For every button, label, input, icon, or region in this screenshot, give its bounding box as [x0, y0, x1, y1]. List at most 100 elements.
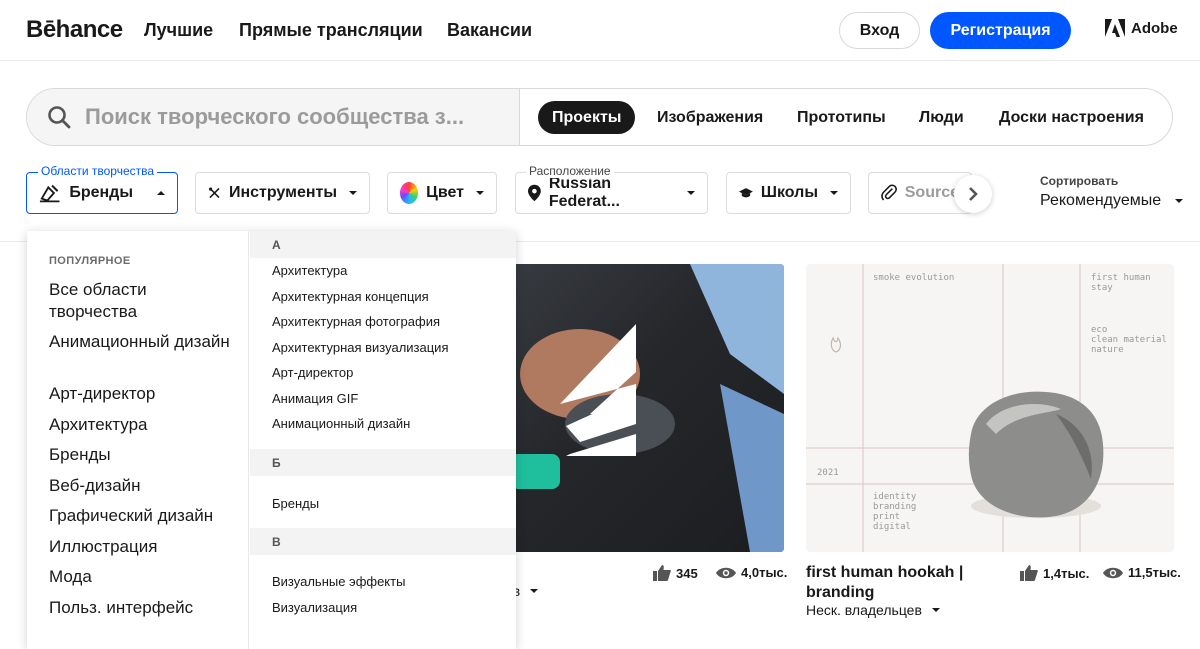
project-owner[interactable]: Неск. владельцев [806, 602, 940, 618]
tab-prototypes[interactable]: Прототипы [783, 101, 900, 134]
likes-value: 345 [676, 565, 698, 581]
search-bar: Поиск творческого сообщества з... Проект… [26, 88, 1173, 146]
field-option[interactable]: Архитектурная концепция [272, 289, 429, 304]
sort-dropdown[interactable]: Рекомендуемые [1040, 192, 1184, 210]
adobe-link[interactable]: Adobe [1105, 19, 1178, 37]
field-option[interactable]: Архитектура [49, 414, 239, 436]
likes-value: 1,4тыс. [1043, 565, 1090, 581]
tools-filter[interactable]: Инструменты [195, 172, 370, 214]
owner-name: Неск. владельцев [806, 602, 922, 618]
tab-people[interactable]: Люди [905, 101, 978, 134]
color-wheel-icon [400, 182, 419, 204]
chevron-down-icon [931, 608, 940, 612]
section-header-a: А [250, 231, 516, 258]
likes-count: 1,4тыс. [1020, 565, 1089, 581]
artwork-text-group: identity branding print digital [873, 492, 916, 532]
views-value: 11,5тыс. [1128, 565, 1181, 580]
field-option[interactable]: Бренды [49, 444, 239, 466]
hand-pen-icon [39, 184, 60, 203]
search-input[interactable]: Поиск творческого сообщества з... [85, 104, 515, 130]
field-option[interactable]: Арт-директор [49, 383, 239, 405]
chevron-down-icon [1175, 199, 1184, 203]
field-option[interactable]: Бренды [272, 496, 319, 511]
nav-jobs[interactable]: Вакансии [447, 20, 532, 41]
thumbs-up-icon [653, 565, 671, 581]
artwork-text: smoke evolution [873, 273, 955, 283]
field-option[interactable]: Графический дизайн [49, 505, 239, 527]
filters-scroll-right-button[interactable] [954, 175, 992, 213]
adobe-label: Adobe [1131, 19, 1178, 37]
field-option[interactable]: Архитектура [272, 263, 347, 278]
project-title[interactable]: first human hookah | branding [806, 563, 996, 603]
artwork-text: print [873, 512, 901, 522]
artwork-text: identity [873, 492, 917, 502]
chevron-down-icon [830, 191, 838, 195]
field-option[interactable]: Все области творчества [49, 279, 239, 323]
creative-fields-label: Области творчества [38, 164, 158, 178]
nav-best[interactable]: Лучшие [144, 20, 213, 41]
field-option[interactable]: Архитектурная фотография [272, 314, 440, 329]
adobe-icon [1105, 19, 1125, 37]
nav-livestreams[interactable]: Прямые трансляции [239, 20, 423, 41]
thumbs-up-icon [1020, 565, 1038, 581]
artwork-text: 2021 [817, 468, 839, 478]
artwork-text: digital [873, 522, 911, 532]
artwork-text: clean material [1091, 335, 1167, 345]
schools-label: Школы [760, 184, 818, 201]
field-option[interactable]: Анимационный дизайн [272, 416, 410, 431]
chevron-down-icon [349, 191, 357, 195]
chevron-down-icon [476, 191, 484, 195]
eye-icon [1103, 567, 1123, 578]
section-header-v: В [250, 528, 516, 555]
search-field-area[interactable]: Поиск творческого сообщества з... [27, 89, 520, 145]
artwork-text: first human stay [1091, 273, 1151, 293]
project-thumbnail[interactable]: smoke evolution first human stay eco cle… [806, 264, 1174, 552]
field-option[interactable]: Иллюстрация [49, 536, 239, 558]
signup-button[interactable]: Регистрация [930, 12, 1071, 49]
project-thumbnail[interactable] [470, 264, 784, 552]
creative-fields-dropdown: ПОПУЛЯРНОЕ Все области творчества Анимац… [27, 231, 516, 649]
field-option[interactable]: Польз. интерфейс [49, 597, 239, 619]
tab-moodboards[interactable]: Доски настроения [985, 101, 1158, 134]
artwork-text: eco [1091, 325, 1108, 335]
field-option[interactable]: Арт-директор [272, 365, 353, 380]
location-pin-icon [528, 184, 541, 202]
field-option[interactable]: Анимация GIF [272, 391, 358, 406]
likes-count: 345 [653, 565, 698, 581]
field-option[interactable]: Веб-дизайн [49, 475, 239, 497]
sort-label: Сортировать [1040, 174, 1119, 188]
tools-icon [208, 187, 220, 199]
popular-fields-column: ПОПУЛЯРНОЕ Все области творчества Анимац… [27, 231, 249, 649]
project-artwork [806, 264, 1174, 552]
behance-page: Bēhance Лучшие Прямые трансляции Ваканси… [0, 0, 1200, 649]
alphabetical-fields-column: А Архитектура Архитектурная концепция Ар… [250, 231, 516, 649]
artwork-text-group: eco clean material nature [1091, 325, 1167, 355]
location-label: Расположение [526, 164, 614, 178]
caret-up-icon [157, 191, 165, 195]
artwork-text: branding [873, 502, 917, 512]
behance-logo[interactable]: Bēhance [26, 16, 123, 44]
login-button[interactable]: Вход [839, 12, 920, 49]
field-option[interactable]: Мода [49, 566, 239, 588]
sort-value: Рекомендуемые [1040, 192, 1162, 209]
location-filter[interactable]: Russian Federat... [515, 172, 708, 214]
views-count: 4,0тыс. [716, 565, 787, 580]
field-option[interactable]: Визуализация [272, 600, 357, 615]
tab-images[interactable]: Изображения [643, 101, 777, 134]
artwork-text: nature [1091, 345, 1124, 355]
color-filter[interactable]: Цвет [387, 172, 497, 214]
field-option[interactable]: Анимационный дизайн [49, 331, 239, 353]
creative-fields-value: Бренды [69, 184, 133, 201]
schools-filter[interactable]: Школы [726, 172, 851, 214]
graduation-cap-icon [739, 188, 753, 198]
tab-projects[interactable]: Проекты [538, 101, 636, 134]
color-label: Цвет [426, 184, 464, 201]
popular-heading: ПОПУЛЯРНОЕ [49, 255, 131, 267]
creative-fields-filter[interactable]: Бренды [26, 172, 178, 214]
field-option[interactable]: Архитектурная визуализация [272, 340, 448, 355]
views-count: 11,5тыс. [1103, 565, 1181, 580]
field-option[interactable]: Визуальные эффекты [272, 574, 405, 589]
search-icon [48, 106, 71, 129]
project-artwork [510, 264, 784, 552]
location-value: Russian Federat... [548, 175, 620, 210]
